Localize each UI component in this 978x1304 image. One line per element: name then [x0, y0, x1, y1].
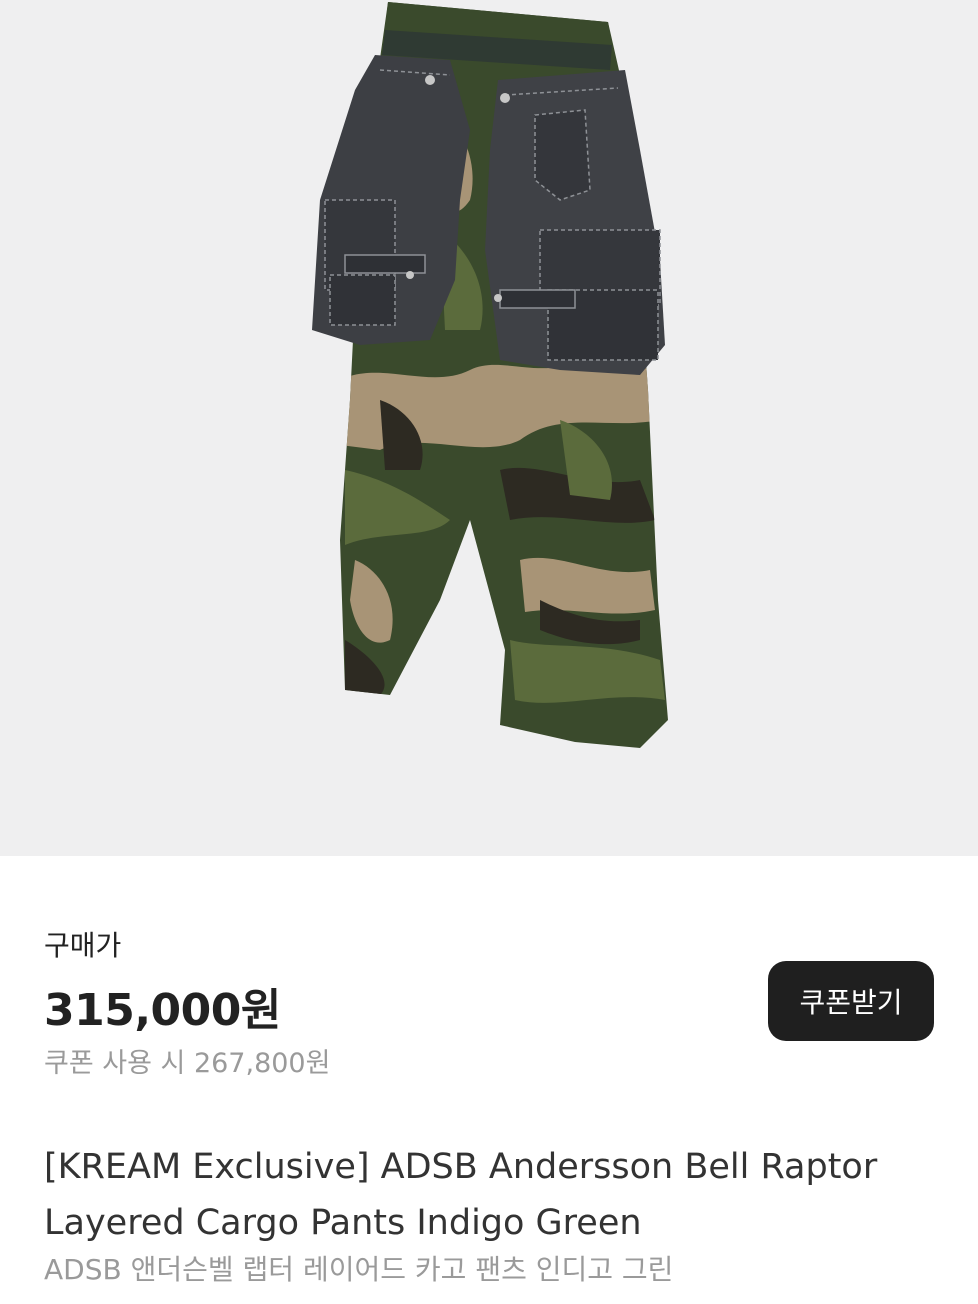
price-label: 구매가	[44, 929, 122, 962]
product-subtitle: ADSB 앤더슨벨 랩터 레이어드 카고 팬츠 인디고 그린	[44, 1253, 674, 1286]
product-image-area[interactable]	[0, 0, 978, 856]
product-info-section: 구매가 315,000원 쿠폰 사용 시 267,800원 쿠폰받기 [KREA…	[0, 856, 978, 1304]
coupon-price-text: 쿠폰 사용 시 267,800원	[44, 1048, 331, 1079]
camo-denim-cargo-pants-image	[312, 2, 668, 748]
get-coupon-button[interactable]: 쿠폰받기	[768, 961, 934, 1041]
price-value: 315,000원	[44, 985, 281, 1036]
product-title: [KREAM Exclusive] ADSB Andersson Bell Ra…	[44, 1147, 878, 1243]
